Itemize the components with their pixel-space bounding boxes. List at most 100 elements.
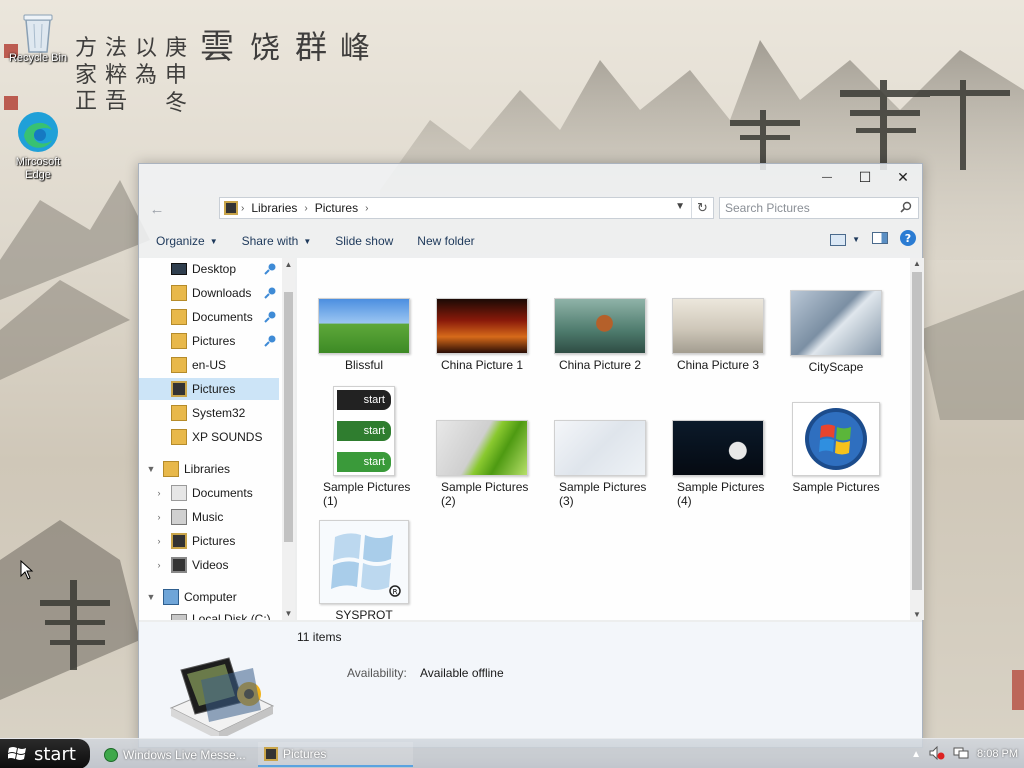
file-item[interactable]: CityScape [781, 290, 891, 374]
organize-label: Organize [156, 234, 205, 248]
help-icon: ? [900, 230, 916, 246]
window-caption[interactable]: — ☐ ✕ [139, 164, 922, 190]
pin-icon[interactable] [263, 310, 277, 327]
availability-value: Available offline [420, 666, 504, 680]
breadcrumb-pictures[interactable]: Pictures [311, 201, 362, 215]
start-button[interactable]: start [0, 739, 90, 768]
scroll-up-arrow[interactable]: ▲ [910, 259, 924, 268]
search-input[interactable]: Search Pictures [719, 197, 919, 219]
refresh-button[interactable]: ↻ [691, 198, 713, 218]
file-item[interactable]: Sample Pictures [781, 402, 891, 494]
start-text: start [363, 394, 385, 406]
help-button[interactable]: ? [900, 230, 916, 249]
nav-item-lib-documents[interactable]: › Documents [139, 482, 279, 504]
pictures-library-icon [224, 201, 238, 215]
slide-show-button[interactable]: Slide show [326, 234, 402, 248]
file-item[interactable]: Sample Pictures (3) [545, 420, 655, 508]
clock[interactable]: 8:08 PM [977, 748, 1018, 760]
search-icon[interactable] [900, 201, 912, 216]
chevron-right-icon[interactable]: › [153, 488, 165, 498]
nav-item-downloads[interactable]: Downloads [139, 282, 279, 304]
nav-item-documents[interactable]: Documents [139, 306, 279, 328]
nav-item-desktop[interactable]: Desktop [139, 258, 279, 280]
close-button[interactable]: ✕ [884, 166, 922, 188]
maximize-button[interactable]: ☐ [846, 166, 884, 188]
chevron-down-icon[interactable]: ▼ [145, 464, 157, 474]
scroll-down-arrow[interactable]: ▼ [910, 610, 924, 619]
item-count: 11 items [297, 630, 342, 644]
breadcrumb-separator[interactable]: › [238, 203, 247, 214]
start-button-thumbnail: start [337, 390, 391, 410]
scrollbar-thumb[interactable] [284, 292, 293, 542]
chevron-right-icon[interactable]: › [153, 560, 165, 570]
thumbnail-china-picture-3 [672, 298, 764, 354]
pin-icon[interactable] [263, 334, 277, 351]
thumbnail-sysprot: R [319, 520, 409, 604]
file-item[interactable]: China Picture 3 [663, 298, 773, 372]
nav-item-libraries[interactable]: ▼ Libraries [139, 458, 279, 480]
availability-label: Availability: [347, 666, 407, 680]
organize-button[interactable]: Organize ▼ [147, 234, 227, 248]
file-item[interactable]: R SYSPROT [309, 520, 419, 620]
arrow-left-icon: ← [149, 200, 165, 218]
file-item[interactable]: China Picture 1 [427, 298, 537, 372]
pin-icon[interactable] [263, 262, 277, 279]
pictures-library-large-icon [161, 650, 277, 740]
file-item[interactable]: Blissful [309, 298, 419, 372]
navigation-scrollbar[interactable]: ▲ ▼ [282, 258, 295, 620]
nav-item-lib-videos[interactable]: › Videos [139, 554, 279, 576]
chevron-right-icon[interactable]: › [153, 536, 165, 546]
file-list-scrollbar[interactable]: ▲ ▼ [910, 258, 924, 620]
nav-item-xp-sounds[interactable]: XP SOUNDS [139, 426, 279, 448]
nav-item-pictures-quick[interactable]: Pictures [139, 330, 279, 352]
nav-item-en-us[interactable]: en-US [139, 354, 279, 376]
desktop-icon-edge[interactable]: Mircosoft Edge [2, 110, 74, 182]
minimize-button[interactable]: — [808, 166, 846, 188]
file-name: Sample Pictures (4) [677, 480, 765, 508]
scroll-down-arrow[interactable]: ▼ [282, 609, 295, 618]
desktop-icon-recycle-bin[interactable]: Recycle Bin [2, 6, 74, 65]
nav-item-lib-pictures[interactable]: › Pictures [139, 530, 279, 552]
file-item[interactable]: China Picture 2 [545, 298, 655, 372]
svg-text:饶: 饶 [250, 31, 280, 66]
file-item[interactable]: start start start Sample Pictures (1) [309, 386, 419, 508]
thumbnail-cityscape [790, 290, 882, 356]
file-name: CityScape [808, 360, 864, 374]
nav-item-local-disk[interactable]: Local Disk (C:) [139, 608, 279, 620]
new-folder-label: New folder [417, 234, 475, 248]
chevron-down-icon[interactable]: ▼ [675, 201, 685, 212]
new-folder-button[interactable]: New folder [408, 234, 483, 248]
network-icon[interactable] [953, 746, 969, 763]
svg-text:R: R [393, 588, 398, 596]
file-item[interactable]: Sample Pictures (4) [663, 420, 773, 508]
pin-icon[interactable] [263, 286, 277, 303]
taskbar-item-label: Windows Live Messe... [123, 747, 246, 762]
taskbar-item-messenger[interactable]: Windows Live Messe... [98, 742, 253, 767]
nav-item-system32[interactable]: System32 [139, 402, 279, 424]
address-bar[interactable]: › Libraries › Pictures › ▼ ↻ [219, 197, 714, 219]
chevron-right-icon[interactable]: › [153, 512, 165, 522]
scroll-up-arrow[interactable]: ▲ [282, 260, 295, 269]
file-name: China Picture 3 [676, 358, 760, 372]
file-item[interactable]: Sample Pictures (2) [427, 420, 537, 508]
back-button[interactable]: ← [147, 199, 167, 219]
nav-item-computer[interactable]: ▼ Computer [139, 586, 279, 608]
svg-text:為: 為 [135, 63, 157, 88]
tray-overflow-icon[interactable]: ▲ [911, 749, 921, 760]
svg-text:雲: 雲 [200, 27, 234, 67]
share-with-button[interactable]: Share with ▼ [233, 234, 321, 248]
breadcrumb-separator[interactable]: › [301, 203, 310, 214]
system-tray: ▲ 8:08 PM [911, 739, 1024, 768]
nav-item-lib-music[interactable]: › Music [139, 506, 279, 528]
chevron-down-icon[interactable]: ▼ [145, 592, 157, 602]
change-view-button[interactable]: ▼ [830, 233, 860, 246]
breadcrumb-separator[interactable]: › [362, 203, 371, 214]
preview-pane-button[interactable] [872, 232, 888, 247]
breadcrumb-libraries[interactable]: Libraries [247, 201, 301, 215]
volume-muted-icon[interactable] [929, 745, 945, 763]
taskbar-item-pictures[interactable]: Pictures [258, 742, 413, 767]
nav-item-pictures-selected[interactable]: Pictures [139, 378, 279, 400]
file-name: Blissful [344, 358, 383, 372]
documents-library-icon [171, 485, 187, 501]
scrollbar-thumb[interactable] [912, 272, 922, 590]
